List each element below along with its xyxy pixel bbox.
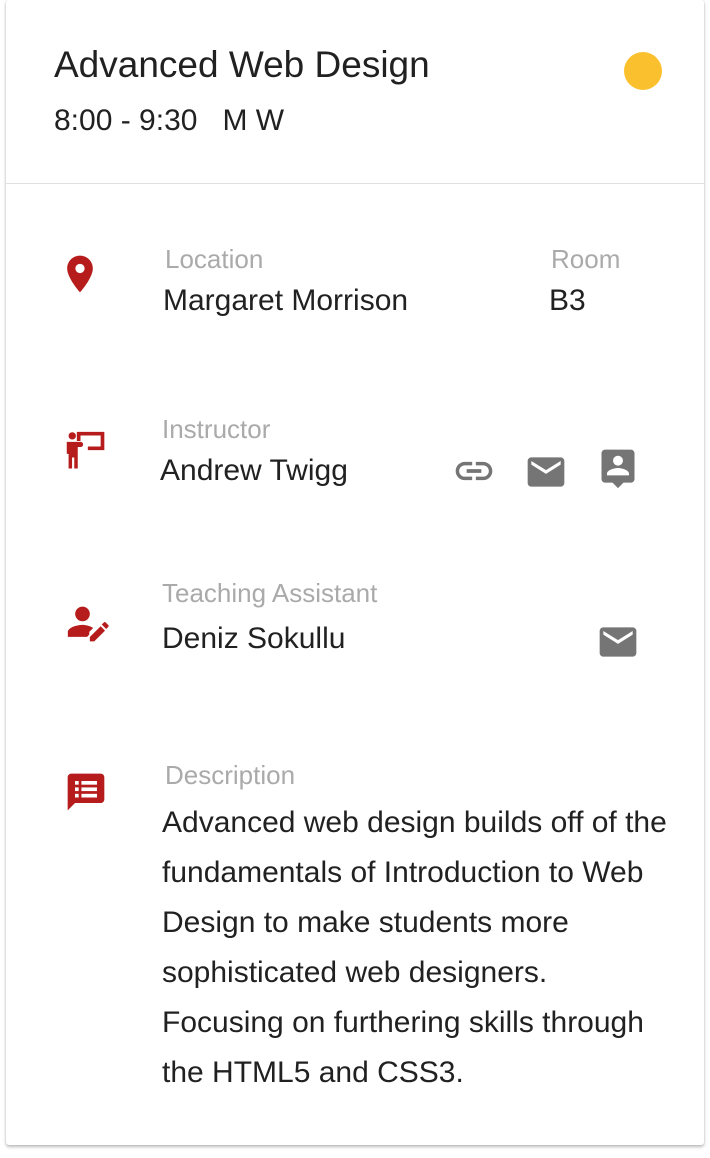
location-label: Location [165, 244, 264, 274]
description-label: Description [165, 760, 296, 790]
instructor-name: Andrew Twigg [160, 454, 348, 487]
ta-name: Deniz Sokullu [162, 622, 346, 655]
location-value: Margaret Morrison [163, 284, 409, 317]
ta-edit-person-icon [67, 606, 109, 642]
course-schedule: 8:00 - 9:30 M W [54, 104, 285, 137]
room-value: B3 [549, 284, 586, 317]
ta-email-icon[interactable] [596, 620, 640, 664]
ta-label: Teaching Assistant [162, 578, 378, 608]
link-icon[interactable] [452, 449, 496, 493]
status-dot [624, 52, 662, 90]
description-text: Advanced web design builds off of the fu… [162, 806, 667, 1089]
room-label: Room [551, 244, 621, 274]
instructor-icon [66, 431, 105, 469]
email-icon[interactable] [524, 450, 568, 494]
card-header: Advanced Web Design 8:00 - 9:30 M W [6, 0, 704, 184]
instructor-label: Instructor [162, 414, 271, 444]
course-card: Advanced Web Design 8:00 - 9:30 M W Loca… [6, 0, 704, 1145]
contact-icon[interactable] [596, 446, 640, 490]
course-title: Advanced Web Design [54, 44, 430, 85]
description-icon [67, 773, 105, 811]
location-pin-icon [67, 255, 93, 293]
